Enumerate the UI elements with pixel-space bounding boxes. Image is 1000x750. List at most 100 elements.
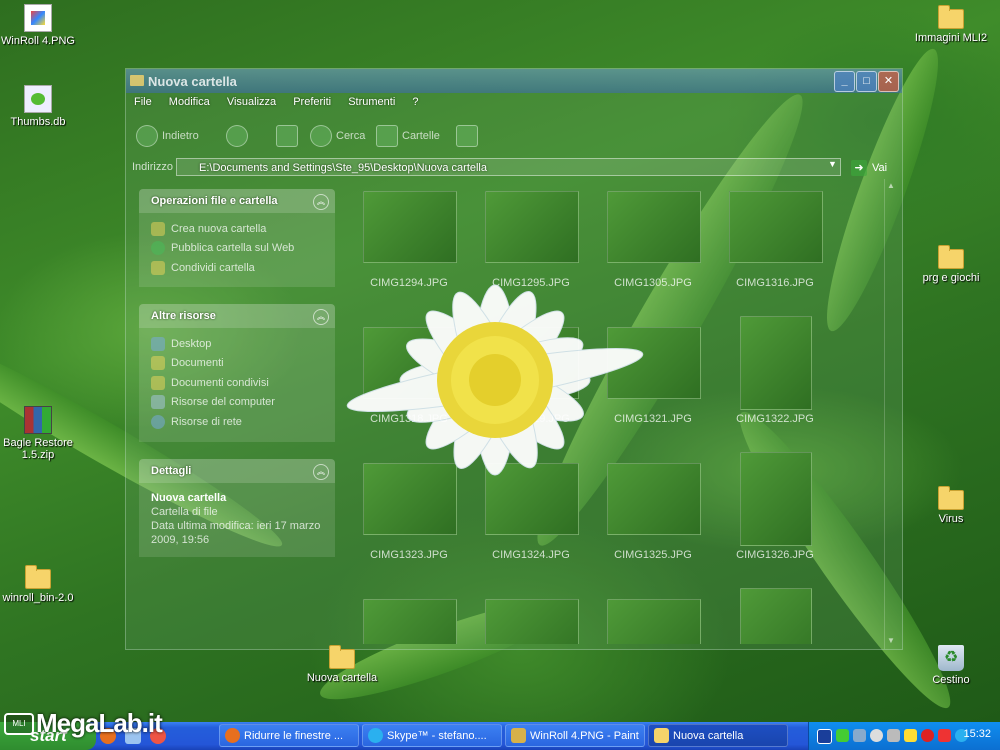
menu-strumenti[interactable]: Strumenti (340, 93, 401, 108)
search-label: Cerca (336, 130, 366, 142)
folder-icon (130, 75, 144, 86)
desktop-icon-label: Cestino (932, 674, 970, 686)
vertical-scrollbar[interactable]: ▲ ▼ (884, 179, 901, 649)
scroll-down-icon[interactable]: ▼ (887, 636, 895, 645)
folders-label: Cartelle (402, 130, 440, 142)
tray-volume-icon[interactable] (887, 729, 900, 742)
desktop-icon (151, 336, 165, 351)
file-thumbnail[interactable] (607, 599, 701, 644)
folders-icon (376, 125, 398, 147)
go-button[interactable]: ➜ Vai (851, 160, 887, 176)
desktop-icon-label: Nuova cartella (306, 672, 378, 684)
desktop-icon-cestino[interactable]: ♻ Cestino (911, 645, 991, 686)
close-button[interactable]: ✕ (878, 71, 899, 92)
back-button[interactable]: Indietro (136, 125, 199, 147)
task-firefox[interactable]: Ridurre le finestre ... (219, 724, 359, 747)
desktop-icon-nuova-cartella[interactable]: Nuova cartella (302, 645, 382, 684)
desktop-icon-prg-e-giochi[interactable]: prg e giochi (911, 245, 991, 284)
up-folder-icon (276, 125, 298, 147)
task-label: WinRoll 4.PNG - Paint (530, 730, 639, 742)
maximize-button[interactable]: □ (856, 71, 877, 92)
folder-icon (25, 565, 51, 589)
daisy-flower (346, 284, 644, 476)
desktop-icon-winroll-png[interactable]: WinRoll 4.PNG (0, 4, 78, 47)
my-computer-icon (151, 395, 165, 410)
views-button[interactable] (456, 125, 478, 147)
task-label: Condividi cartella (171, 261, 255, 274)
back-arrow-icon (136, 125, 158, 147)
task-label: Nuova cartella (673, 730, 744, 742)
place-label: Documenti condivisi (171, 376, 269, 389)
network-places-icon (151, 414, 165, 429)
place-label: Risorse di rete (171, 415, 242, 428)
minimize-button[interactable]: _ (834, 71, 855, 92)
menu-help[interactable]: ? (404, 93, 424, 108)
desktop-icon-winroll-bin[interactable]: winroll_bin-2.0 (0, 565, 78, 604)
file-name-label[interactable]: CIMG1322.JPG (714, 413, 836, 425)
go-arrow-icon: ➜ (851, 160, 867, 176)
desktop-icon-virus[interactable]: Virus (911, 486, 991, 525)
desktop-icon-bagle-restore[interactable]: Bagle Restore 1.5.zip (0, 406, 78, 461)
documents-folder-icon (151, 356, 165, 371)
up-folder-button[interactable] (276, 125, 298, 147)
task-nuova-cartella[interactable]: Nuova cartella (648, 724, 788, 747)
file-thumbnail[interactable] (363, 599, 457, 644)
desktop-icon-immagini-mli2[interactable]: Immagini MLI2 (911, 5, 991, 44)
shared-documents-icon (151, 375, 165, 390)
window-title: Nuova cartella (148, 74, 237, 89)
winrar-archive-icon (24, 406, 52, 434)
details-modified: Data ultima modifica: ieri 17 marzo 2009… (151, 520, 321, 546)
menubar: File Modifica Visualizza Preferiti Strum… (126, 93, 902, 113)
file-name-label[interactable]: CIMG1326.JPG (714, 549, 836, 561)
clock[interactable]: 15:32 (963, 728, 991, 740)
desktop-icon-label: Virus (938, 513, 964, 525)
new-folder-icon (151, 221, 165, 236)
address-dropdown-icon[interactable]: ▼ (828, 159, 842, 175)
file-thumbnail[interactable] (485, 599, 579, 644)
menu-file[interactable]: File (126, 93, 158, 108)
desktop-icon-thumbs-db[interactable]: Thumbs.db (0, 85, 78, 128)
desktop[interactable]: WinRoll 4.PNG Thumbs.db Bagle Restore 1.… (0, 0, 1000, 722)
search-icon (310, 125, 332, 147)
skype-icon (368, 728, 383, 743)
file-thumbnail[interactable] (729, 191, 823, 263)
folders-button[interactable]: Cartelle (376, 125, 440, 147)
desktop-icon-label: Thumbs.db (10, 116, 66, 128)
desktop-icon-label: WinRoll 4.PNG (1, 35, 75, 47)
place-label: Documenti (171, 357, 224, 370)
tray-alert-icon[interactable] (938, 729, 951, 742)
back-label: Indietro (162, 130, 199, 142)
search-button[interactable]: Cerca (310, 125, 365, 147)
tray-security-icon[interactable] (836, 729, 849, 742)
forward-button[interactable] (226, 125, 248, 147)
place-label: Desktop (171, 337, 212, 350)
tray-antivirus-icon[interactable] (921, 729, 934, 742)
task-label: Skype™ - stefano.... (387, 730, 487, 742)
forward-arrow-icon (226, 125, 248, 147)
recycle-bin-icon: ♻ (938, 645, 964, 671)
menu-visualizza[interactable]: Visualizza (219, 93, 282, 108)
paint-icon (511, 728, 526, 743)
scroll-up-icon[interactable]: ▲ (887, 181, 895, 190)
file-thumbnail[interactable] (740, 452, 812, 546)
window-titlebar[interactable] (126, 69, 902, 93)
menu-modifica[interactable]: Modifica (161, 93, 216, 108)
tray-network-icon[interactable] (853, 729, 866, 742)
task-label: Ridurre le finestre ... (244, 730, 344, 742)
task-skype[interactable]: Skype™ - stefano.... (362, 724, 502, 747)
details-type: Cartella di file (151, 506, 218, 518)
folder-icon (329, 645, 355, 669)
address-label: Indirizzo (132, 161, 173, 173)
share-folder-icon (151, 260, 165, 275)
menu-preferiti[interactable]: Preferiti (285, 93, 337, 108)
tray-language-icon[interactable] (817, 729, 832, 744)
tray-note-icon[interactable] (904, 729, 917, 742)
tray-update-icon[interactable] (870, 729, 883, 742)
address-bar: Indirizzo E:\Documents and Settings\Ste_… (126, 157, 902, 179)
task-paint[interactable]: WinRoll 4.PNG - Paint (505, 724, 645, 747)
place-label: Risorse del computer (171, 396, 275, 409)
file-thumbnail[interactable] (740, 316, 812, 410)
file-thumbnail[interactable] (740, 588, 812, 644)
address-input[interactable]: E:\Documents and Settings\Ste_95\Desktop… (176, 158, 841, 176)
file-name-label[interactable]: CIMG1316.JPG (714, 277, 836, 289)
